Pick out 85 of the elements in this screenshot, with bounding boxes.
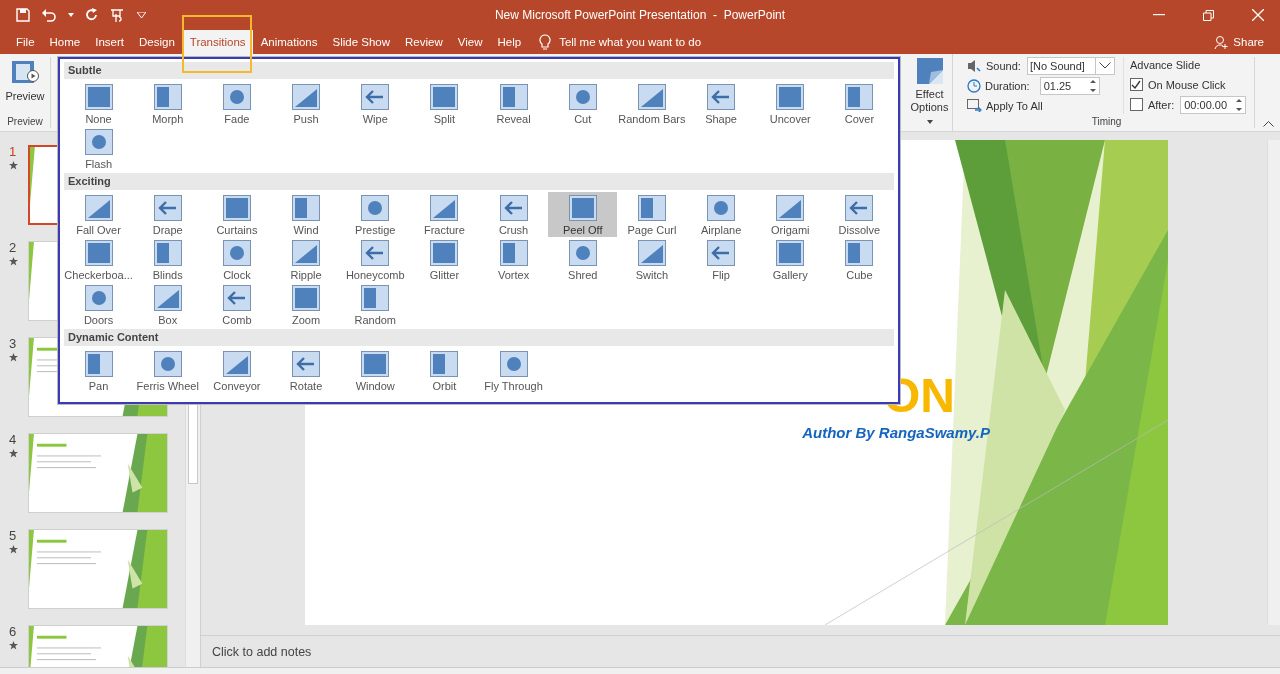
transition-option[interactable]: Switch [617, 237, 687, 282]
ribbon-tab[interactable]: Design [132, 30, 182, 54]
transition-option[interactable]: Blinds [133, 237, 203, 282]
transition-option[interactable]: Rotate [271, 348, 341, 393]
duration-field[interactable]: 01.25 [1039, 76, 1100, 95]
ribbon-tab[interactable]: Slide Show [325, 30, 398, 54]
transition-option[interactable]: Pan [64, 348, 134, 393]
transition-option[interactable]: Gallery [755, 237, 825, 282]
transition-option[interactable]: Ferris Wheel [133, 348, 203, 393]
transition-option[interactable]: Origami [755, 192, 825, 237]
sound-dropdown[interactable]: [No Sound] [1026, 56, 1115, 75]
ribbon-tab[interactable]: Review [398, 30, 450, 54]
transition-option[interactable]: Checkerboa... [64, 237, 134, 282]
slide-subtitle: Author By RangaSwamy.P [802, 424, 990, 441]
window-title: New Microsoft PowerPoint Presentation - PowerPoint [494, 8, 786, 22]
transition-option[interactable]: Doors [64, 282, 134, 327]
after-checkbox[interactable]: After: [1129, 96, 1175, 113]
transition-option[interactable]: Curtains [202, 192, 272, 237]
transition-option[interactable]: Comb [202, 282, 272, 327]
transition-option[interactable]: Cube [824, 237, 894, 282]
sound-label: Sound: [986, 59, 1021, 72]
group-label: Timing [1090, 116, 1123, 128]
transition-option[interactable]: Vortex [479, 237, 549, 282]
transition-option[interactable]: Wipe [340, 81, 410, 126]
ribbon-tab[interactable]: Animations [253, 30, 325, 54]
slide-number: 3 [9, 337, 17, 351]
preview-button[interactable]: Preview [5, 57, 45, 102]
transition-option[interactable]: Cut [548, 81, 618, 126]
apply-to-all-button[interactable]: Apply To All [967, 97, 1115, 114]
transition-option[interactable]: Reveal [479, 81, 549, 126]
group-label: Preview [7, 116, 43, 128]
transition-option[interactable]: Drape [133, 192, 203, 237]
transition-option[interactable]: Random Bars [617, 81, 687, 126]
transition-option[interactable]: Shape [686, 81, 756, 126]
transition-option[interactable]: Split [409, 81, 479, 126]
search-field[interactable]: Tell me what you want to do [559, 36, 730, 48]
transition-option[interactable]: Window [340, 348, 410, 393]
transition-option[interactable]: Clock [202, 237, 272, 282]
on-mouse-click-checkbox[interactable]: On Mouse Click [1129, 76, 1247, 93]
transition-option[interactable]: Fall Over [64, 192, 134, 237]
transition-option[interactable]: Honeycomb [340, 237, 410, 282]
transition-option[interactable]: Uncover [755, 81, 825, 126]
section-header: Exciting [64, 173, 894, 190]
transition-option[interactable]: Glitter [409, 237, 479, 282]
after-time-field[interactable]: 00:00.00 [1180, 95, 1247, 114]
transition-option[interactable]: Wind [271, 192, 341, 237]
share-button[interactable]: Share [1214, 30, 1280, 54]
transition-option[interactable]: Orbit [409, 348, 479, 393]
advance-slide-label: Advance Slide [1129, 58, 1202, 73]
transition-option[interactable]: Zoom [271, 282, 341, 327]
transition-option[interactable]: Shred [548, 237, 618, 282]
transition-option[interactable]: Fracture [409, 192, 479, 237]
transition-option[interactable]: Crush [479, 192, 549, 237]
section-header: Dynamic Content [64, 329, 894, 346]
transition-option[interactable]: Morph [133, 81, 203, 126]
transition-option[interactable]: Conveyor [202, 348, 272, 393]
ribbon-tab[interactable]: View [450, 30, 490, 54]
slide-number: 2 [9, 241, 17, 255]
transition-option[interactable]: Box [133, 282, 203, 327]
transition-option[interactable]: Random [340, 282, 410, 327]
duration-label: Duration: [985, 79, 1030, 92]
transition-option[interactable]: Prestige [340, 192, 410, 237]
transition-option[interactable]: Ripple [271, 237, 341, 282]
slide-number: 6 [9, 625, 17, 639]
transition-option[interactable]: Cover [824, 81, 894, 126]
transition-option[interactable]: Page Curl [617, 192, 687, 237]
transition-option[interactable]: Fly Through [479, 348, 549, 393]
ribbon-tab[interactable]: File [9, 30, 42, 54]
effect-options-button[interactable]: Effect Options [907, 54, 953, 131]
transition-option[interactable]: Peel Off [548, 192, 618, 237]
transition-option[interactable]: Push [271, 81, 341, 126]
transition-option[interactable]: Flash [64, 126, 134, 171]
slide-number: 4 [9, 433, 17, 447]
ribbon-tab[interactable]: Help [490, 30, 529, 54]
slide-number: 5 [9, 529, 17, 543]
transition-option[interactable]: Dissolve [824, 192, 894, 237]
slide-number: 1 [9, 145, 17, 159]
transition-option[interactable]: Flip [686, 237, 756, 282]
ribbon-tab[interactable]: Transitions [182, 30, 253, 54]
transition-option[interactable]: None [64, 81, 134, 126]
ribbon-tab[interactable]: Home [42, 30, 88, 54]
transition-option[interactable]: Fade [202, 81, 272, 126]
ribbon-tab[interactable]: Insert [88, 30, 131, 54]
transition-option[interactable]: Airplane [686, 192, 756, 237]
section-header: Subtle [64, 62, 894, 79]
